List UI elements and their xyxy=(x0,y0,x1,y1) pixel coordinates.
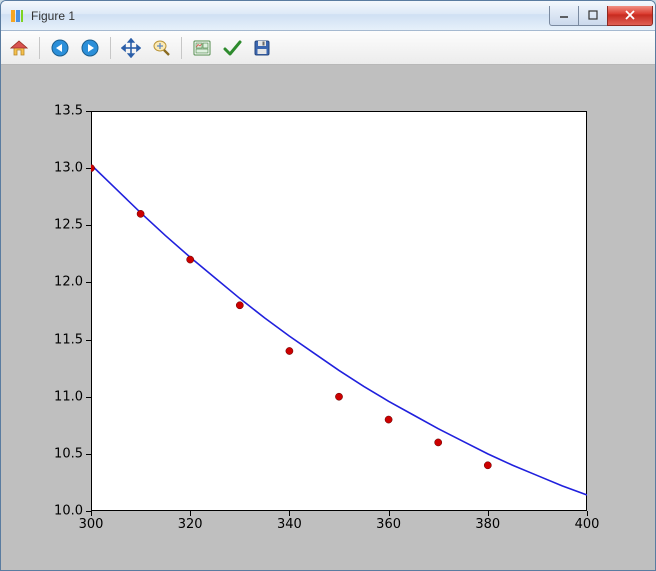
arrow-right-icon xyxy=(80,38,100,58)
app-icon xyxy=(9,8,25,24)
home-icon xyxy=(9,38,29,58)
toolbar-separator xyxy=(39,37,40,59)
figure-window: Figure 1 xyxy=(0,0,656,571)
titlebar[interactable]: Figure 1 xyxy=(1,1,655,31)
pan-button[interactable] xyxy=(119,36,143,60)
zoom-button[interactable] xyxy=(149,36,173,60)
data-point xyxy=(236,302,243,309)
home-button[interactable] xyxy=(7,36,31,60)
data-point xyxy=(435,439,442,446)
toolbar xyxy=(1,31,655,65)
plot-svg xyxy=(9,73,607,531)
subplots-icon xyxy=(192,38,212,58)
data-point xyxy=(385,416,392,423)
data-point xyxy=(335,393,342,400)
data-point xyxy=(286,347,293,354)
data-point xyxy=(484,462,491,469)
edit-button[interactable] xyxy=(220,36,244,60)
check-icon xyxy=(222,38,242,58)
toolbar-separator xyxy=(181,37,182,59)
minimize-button[interactable] xyxy=(549,6,579,26)
maximize-button[interactable] xyxy=(578,6,608,26)
fit-line xyxy=(91,165,587,495)
data-point xyxy=(87,165,94,172)
window-controls xyxy=(550,6,653,26)
zoom-icon xyxy=(151,38,171,58)
save-button[interactable] xyxy=(250,36,274,60)
back-button[interactable] xyxy=(48,36,72,60)
forward-button[interactable] xyxy=(78,36,102,60)
close-button[interactable] xyxy=(607,6,653,26)
toolbar-separator xyxy=(110,37,111,59)
arrow-left-icon xyxy=(50,38,70,58)
move-icon xyxy=(121,38,141,58)
save-icon xyxy=(252,38,272,58)
content-area: 10.010.511.011.512.012.513.013.530032034… xyxy=(1,65,655,570)
figure-canvas[interactable]: 10.010.511.011.512.012.513.013.530032034… xyxy=(9,73,647,562)
data-point xyxy=(187,256,194,263)
window-title: Figure 1 xyxy=(31,9,550,23)
data-point xyxy=(137,210,144,217)
subplots-button[interactable] xyxy=(190,36,214,60)
